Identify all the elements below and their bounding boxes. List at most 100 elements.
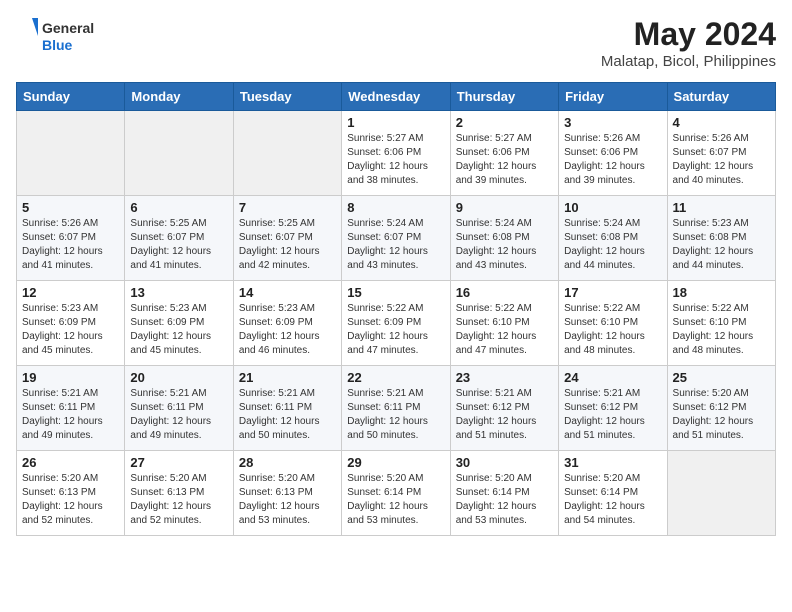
day-info: Sunrise: 5:27 AM Sunset: 6:06 PM Dayligh… <box>456 132 553 188</box>
day-cell: 15 Sunrise: 5:22 AM Sunset: 6:09 PM Dayli… <box>342 281 450 366</box>
day-info: Sunrise: 5:21 AM Sunset: 6:11 PM Dayligh… <box>22 387 119 443</box>
day-cell: 27Sunrise: 5:20 AM Sunset: 6:13 PM Dayli… <box>125 451 233 536</box>
week-row-2: 12Sunrise: 5:23 AM Sunset: 6:09 PM Dayli… <box>17 281 776 366</box>
day-info: Sunrise: 5:23 AM Sunset: 6:09 PM Dayligh… <box>239 302 336 358</box>
day-cell: 5Sunrise: 5:26 AM Sunset: 6:07 PM Daylig… <box>17 196 125 281</box>
day-number: 1 <box>347 115 444 130</box>
day-number: 8 <box>347 200 444 215</box>
day-cell: 20 Sunrise: 5:21 AM Sunset: 6:11 PM Dayli… <box>125 366 233 451</box>
day-number: 28 <box>239 455 336 470</box>
header-monday: Monday <box>125 83 233 111</box>
day-number: 7 <box>239 200 336 215</box>
svg-text:General: General <box>42 20 94 36</box>
day-number: 17 <box>564 285 661 300</box>
week-row-0: 1 Sunrise: 5:27 AM Sunset: 6:06 PM Daylig… <box>17 111 776 196</box>
location: Malatap, Bicol, Philippines <box>601 53 776 70</box>
day-cell: 23 Sunrise: 5:21 AM Sunset: 6:12 PM Dayli… <box>450 366 558 451</box>
day-info: Sunrise: 5:21 AM Sunset: 6:11 PM Dayligh… <box>239 387 336 443</box>
day-info: Sunrise: 5:24 AM Sunset: 6:08 PM Dayligh… <box>564 217 661 273</box>
day-info: Sunrise: 5:20 AM Sunset: 6:13 PM Dayligh… <box>130 472 227 528</box>
day-info: Sunrise: 5:20 AM Sunset: 6:14 PM Dayligh… <box>347 472 444 528</box>
day-info: Sunrise: 5:21 AM Sunset: 6:11 PM Dayligh… <box>347 387 444 443</box>
header-friday: Friday <box>559 83 667 111</box>
day-cell: 21 Sunrise: 5:21 AM Sunset: 6:11 PM Dayli… <box>233 366 341 451</box>
header-thursday: Thursday <box>450 83 558 111</box>
day-info: Sunrise: 5:23 AM Sunset: 6:09 PM Dayligh… <box>130 302 227 358</box>
day-number: 18 <box>673 285 770 300</box>
day-cell: 14Sunrise: 5:23 AM Sunset: 6:09 PM Dayli… <box>233 281 341 366</box>
day-number: 9 <box>456 200 553 215</box>
day-cell: 11Sunrise: 5:23 AM Sunset: 6:08 PM Dayli… <box>667 196 775 281</box>
day-number: 11 <box>673 200 770 215</box>
day-cell: 6 Sunrise: 5:25 AM Sunset: 6:07 PM Daylig… <box>125 196 233 281</box>
day-cell <box>667 451 775 536</box>
day-info: Sunrise: 5:24 AM Sunset: 6:08 PM Dayligh… <box>456 217 553 273</box>
day-number: 3 <box>564 115 661 130</box>
day-cell: 19Sunrise: 5:21 AM Sunset: 6:11 PM Dayli… <box>17 366 125 451</box>
day-cell: 24Sunrise: 5:21 AM Sunset: 6:12 PM Dayli… <box>559 366 667 451</box>
day-cell: 9 Sunrise: 5:24 AM Sunset: 6:08 PM Daylig… <box>450 196 558 281</box>
day-number: 21 <box>239 370 336 385</box>
header-wednesday: Wednesday <box>342 83 450 111</box>
day-cell: 18 Sunrise: 5:22 AM Sunset: 6:10 PM Dayli… <box>667 281 775 366</box>
day-info: Sunrise: 5:25 AM Sunset: 6:07 PM Dayligh… <box>130 217 227 273</box>
day-number: 24 <box>564 370 661 385</box>
day-info: Sunrise: 5:22 AM Sunset: 6:10 PM Dayligh… <box>564 302 661 358</box>
week-row-4: 26 Sunrise: 5:20 AM Sunset: 6:13 PM Dayli… <box>17 451 776 536</box>
day-cell: 1 Sunrise: 5:27 AM Sunset: 6:06 PM Daylig… <box>342 111 450 196</box>
title-area: May 2024 Malatap, Bicol, Philippines <box>601 16 776 70</box>
day-number: 31 <box>564 455 661 470</box>
day-cell <box>233 111 341 196</box>
day-number: 10 <box>564 200 661 215</box>
day-cell: 12Sunrise: 5:23 AM Sunset: 6:09 PM Dayli… <box>17 281 125 366</box>
calendar-header-row: SundayMondayTuesdayWednesdayThursdayFrid… <box>17 83 776 111</box>
day-info: Sunrise: 5:22 AM Sunset: 6:09 PM Dayligh… <box>347 302 444 358</box>
day-number: 23 <box>456 370 553 385</box>
day-cell: 8 Sunrise: 5:24 AM Sunset: 6:07 PM Daylig… <box>342 196 450 281</box>
day-number: 6 <box>130 200 227 215</box>
day-info: Sunrise: 5:20 AM Sunset: 6:14 PM Dayligh… <box>456 472 553 528</box>
day-info: Sunrise: 5:21 AM Sunset: 6:11 PM Dayligh… <box>130 387 227 443</box>
day-number: 2 <box>456 115 553 130</box>
header-tuesday: Tuesday <box>233 83 341 111</box>
logo: GeneralBlue <box>16 16 96 56</box>
day-info: Sunrise: 5:25 AM Sunset: 6:07 PM Dayligh… <box>239 217 336 273</box>
day-number: 20 <box>130 370 227 385</box>
day-info: Sunrise: 5:21 AM Sunset: 6:12 PM Dayligh… <box>456 387 553 443</box>
day-info: Sunrise: 5:26 AM Sunset: 6:06 PM Dayligh… <box>564 132 661 188</box>
day-number: 16 <box>456 285 553 300</box>
day-cell: 13Sunrise: 5:23 AM Sunset: 6:09 PM Dayli… <box>125 281 233 366</box>
day-cell: 31 Sunrise: 5:20 AM Sunset: 6:14 PM Dayli… <box>559 451 667 536</box>
day-info: Sunrise: 5:24 AM Sunset: 6:07 PM Dayligh… <box>347 217 444 273</box>
day-cell: 22Sunrise: 5:21 AM Sunset: 6:11 PM Dayli… <box>342 366 450 451</box>
header: GeneralBlue May 2024 Malatap, Bicol, Phi… <box>16 16 776 70</box>
day-info: Sunrise: 5:20 AM Sunset: 6:13 PM Dayligh… <box>22 472 119 528</box>
day-info: Sunrise: 5:20 AM Sunset: 6:12 PM Dayligh… <box>673 387 770 443</box>
day-cell: 30Sunrise: 5:20 AM Sunset: 6:14 PM Dayli… <box>450 451 558 536</box>
day-info: Sunrise: 5:26 AM Sunset: 6:07 PM Dayligh… <box>673 132 770 188</box>
svg-text:Blue: Blue <box>42 37 73 53</box>
day-cell: 28 Sunrise: 5:20 AM Sunset: 6:13 PM Dayli… <box>233 451 341 536</box>
week-row-1: 5Sunrise: 5:26 AM Sunset: 6:07 PM Daylig… <box>17 196 776 281</box>
day-number: 26 <box>22 455 119 470</box>
header-saturday: Saturday <box>667 83 775 111</box>
day-cell: 26 Sunrise: 5:20 AM Sunset: 6:13 PM Dayli… <box>17 451 125 536</box>
day-cell: 10 Sunrise: 5:24 AM Sunset: 6:08 PM Dayli… <box>559 196 667 281</box>
day-info: Sunrise: 5:20 AM Sunset: 6:14 PM Dayligh… <box>564 472 661 528</box>
day-cell: 16Sunrise: 5:22 AM Sunset: 6:10 PM Dayli… <box>450 281 558 366</box>
day-cell: 29 Sunrise: 5:20 AM Sunset: 6:14 PM Dayli… <box>342 451 450 536</box>
day-info: Sunrise: 5:20 AM Sunset: 6:13 PM Dayligh… <box>239 472 336 528</box>
day-info: Sunrise: 5:22 AM Sunset: 6:10 PM Dayligh… <box>673 302 770 358</box>
day-number: 5 <box>22 200 119 215</box>
day-cell: 17 Sunrise: 5:22 AM Sunset: 6:10 PM Dayli… <box>559 281 667 366</box>
day-number: 15 <box>347 285 444 300</box>
day-number: 25 <box>673 370 770 385</box>
calendar: SundayMondayTuesdayWednesdayThursdayFrid… <box>16 82 776 536</box>
week-row-3: 19Sunrise: 5:21 AM Sunset: 6:11 PM Dayli… <box>17 366 776 451</box>
day-cell <box>125 111 233 196</box>
day-number: 4 <box>673 115 770 130</box>
logo-svg: GeneralBlue <box>16 16 96 56</box>
day-info: Sunrise: 5:23 AM Sunset: 6:09 PM Dayligh… <box>22 302 119 358</box>
day-number: 29 <box>347 455 444 470</box>
day-info: Sunrise: 5:27 AM Sunset: 6:06 PM Dayligh… <box>347 132 444 188</box>
